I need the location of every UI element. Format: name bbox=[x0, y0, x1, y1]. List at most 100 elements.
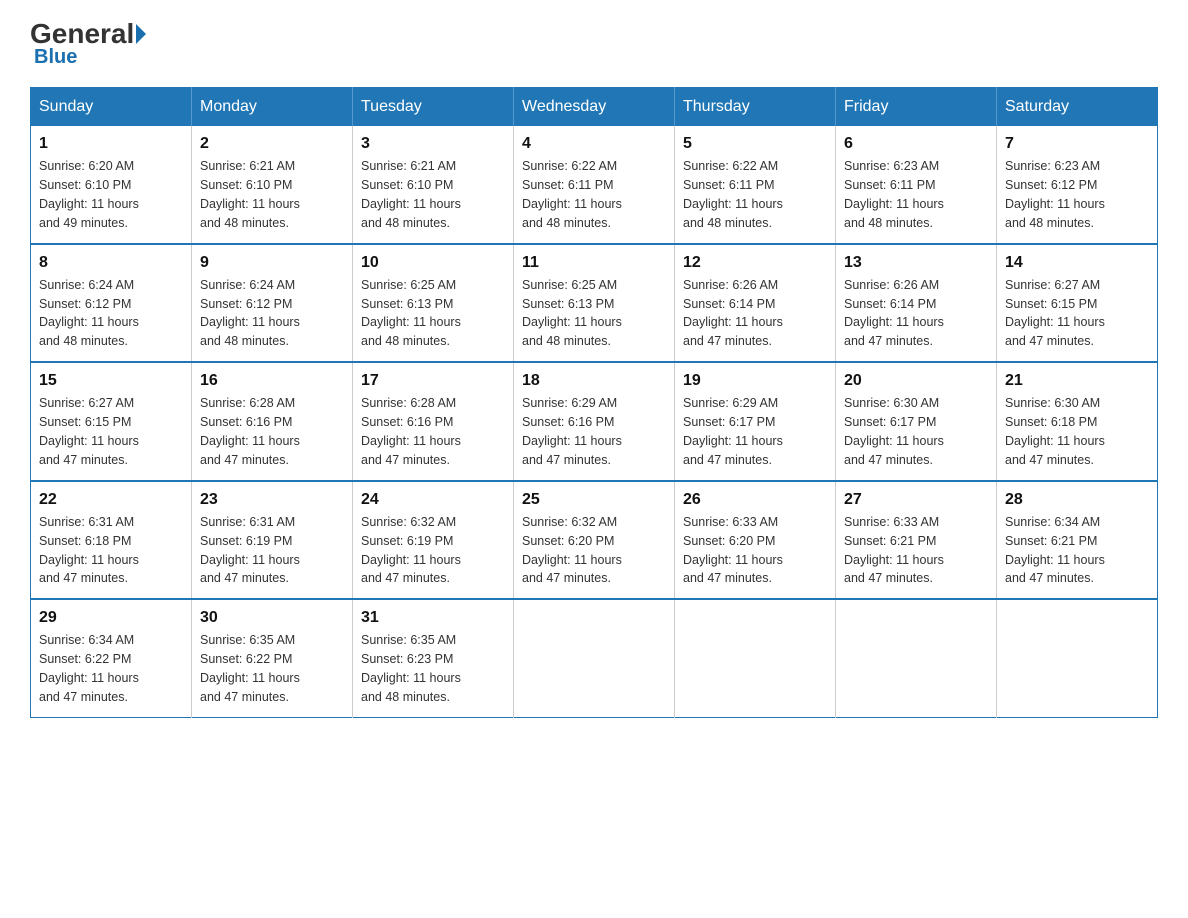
day-info: Sunrise: 6:26 AMSunset: 6:14 PMDaylight:… bbox=[844, 278, 944, 349]
day-number: 9 bbox=[200, 251, 344, 274]
day-info: Sunrise: 6:29 AMSunset: 6:16 PMDaylight:… bbox=[522, 396, 622, 467]
day-info: Sunrise: 6:23 AMSunset: 6:12 PMDaylight:… bbox=[1005, 159, 1105, 230]
logo-general: General bbox=[30, 20, 134, 48]
calendar-week-row: 22 Sunrise: 6:31 AMSunset: 6:18 PMDaylig… bbox=[31, 481, 1158, 600]
calendar-cell: 8 Sunrise: 6:24 AMSunset: 6:12 PMDayligh… bbox=[31, 244, 192, 363]
calendar-cell: 13 Sunrise: 6:26 AMSunset: 6:14 PMDaylig… bbox=[836, 244, 997, 363]
calendar-cell bbox=[675, 599, 836, 717]
calendar-cell: 9 Sunrise: 6:24 AMSunset: 6:12 PMDayligh… bbox=[192, 244, 353, 363]
day-number: 28 bbox=[1005, 488, 1149, 511]
calendar-cell: 14 Sunrise: 6:27 AMSunset: 6:15 PMDaylig… bbox=[997, 244, 1158, 363]
day-number: 22 bbox=[39, 488, 183, 511]
calendar-cell: 12 Sunrise: 6:26 AMSunset: 6:14 PMDaylig… bbox=[675, 244, 836, 363]
day-number: 30 bbox=[200, 606, 344, 629]
day-number: 21 bbox=[1005, 369, 1149, 392]
day-number: 18 bbox=[522, 369, 666, 392]
day-number: 4 bbox=[522, 132, 666, 155]
day-number: 3 bbox=[361, 132, 505, 155]
header-sunday: Sunday bbox=[31, 88, 192, 127]
calendar-cell: 7 Sunrise: 6:23 AMSunset: 6:12 PMDayligh… bbox=[997, 126, 1158, 244]
day-info: Sunrise: 6:27 AMSunset: 6:15 PMDaylight:… bbox=[39, 396, 139, 467]
calendar-table: SundayMondayTuesdayWednesdayThursdayFrid… bbox=[30, 87, 1158, 718]
calendar-cell: 5 Sunrise: 6:22 AMSunset: 6:11 PMDayligh… bbox=[675, 126, 836, 244]
day-info: Sunrise: 6:34 AMSunset: 6:22 PMDaylight:… bbox=[39, 633, 139, 704]
day-number: 2 bbox=[200, 132, 344, 155]
calendar-cell: 3 Sunrise: 6:21 AMSunset: 6:10 PMDayligh… bbox=[353, 126, 514, 244]
calendar-cell: 11 Sunrise: 6:25 AMSunset: 6:13 PMDaylig… bbox=[514, 244, 675, 363]
calendar-cell: 4 Sunrise: 6:22 AMSunset: 6:11 PMDayligh… bbox=[514, 126, 675, 244]
page-header: General Blue bbox=[30, 20, 1158, 69]
day-info: Sunrise: 6:25 AMSunset: 6:13 PMDaylight:… bbox=[522, 278, 622, 349]
calendar-week-row: 8 Sunrise: 6:24 AMSunset: 6:12 PMDayligh… bbox=[31, 244, 1158, 363]
day-info: Sunrise: 6:21 AMSunset: 6:10 PMDaylight:… bbox=[200, 159, 300, 230]
day-info: Sunrise: 6:24 AMSunset: 6:12 PMDaylight:… bbox=[200, 278, 300, 349]
day-number: 10 bbox=[361, 251, 505, 274]
day-number: 27 bbox=[844, 488, 988, 511]
day-number: 24 bbox=[361, 488, 505, 511]
day-info: Sunrise: 6:28 AMSunset: 6:16 PMDaylight:… bbox=[200, 396, 300, 467]
day-number: 8 bbox=[39, 251, 183, 274]
calendar-cell: 15 Sunrise: 6:27 AMSunset: 6:15 PMDaylig… bbox=[31, 362, 192, 481]
logo: General Blue bbox=[30, 20, 146, 69]
day-number: 19 bbox=[683, 369, 827, 392]
day-info: Sunrise: 6:30 AMSunset: 6:17 PMDaylight:… bbox=[844, 396, 944, 467]
day-number: 20 bbox=[844, 369, 988, 392]
day-number: 17 bbox=[361, 369, 505, 392]
day-number: 26 bbox=[683, 488, 827, 511]
header-thursday: Thursday bbox=[675, 88, 836, 127]
day-info: Sunrise: 6:35 AMSunset: 6:23 PMDaylight:… bbox=[361, 633, 461, 704]
calendar-week-row: 29 Sunrise: 6:34 AMSunset: 6:22 PMDaylig… bbox=[31, 599, 1158, 717]
logo-blue: Blue bbox=[34, 46, 77, 69]
calendar-cell: 16 Sunrise: 6:28 AMSunset: 6:16 PMDaylig… bbox=[192, 362, 353, 481]
day-info: Sunrise: 6:35 AMSunset: 6:22 PMDaylight:… bbox=[200, 633, 300, 704]
day-number: 6 bbox=[844, 132, 988, 155]
day-number: 7 bbox=[1005, 132, 1149, 155]
day-info: Sunrise: 6:31 AMSunset: 6:18 PMDaylight:… bbox=[39, 515, 139, 586]
calendar-cell: 1 Sunrise: 6:20 AMSunset: 6:10 PMDayligh… bbox=[31, 126, 192, 244]
day-info: Sunrise: 6:20 AMSunset: 6:10 PMDaylight:… bbox=[39, 159, 139, 230]
day-info: Sunrise: 6:32 AMSunset: 6:20 PMDaylight:… bbox=[522, 515, 622, 586]
day-number: 16 bbox=[200, 369, 344, 392]
day-number: 13 bbox=[844, 251, 988, 274]
day-info: Sunrise: 6:33 AMSunset: 6:20 PMDaylight:… bbox=[683, 515, 783, 586]
calendar-cell: 28 Sunrise: 6:34 AMSunset: 6:21 PMDaylig… bbox=[997, 481, 1158, 600]
calendar-cell bbox=[514, 599, 675, 717]
calendar-cell: 29 Sunrise: 6:34 AMSunset: 6:22 PMDaylig… bbox=[31, 599, 192, 717]
calendar-cell: 24 Sunrise: 6:32 AMSunset: 6:19 PMDaylig… bbox=[353, 481, 514, 600]
calendar-cell: 20 Sunrise: 6:30 AMSunset: 6:17 PMDaylig… bbox=[836, 362, 997, 481]
day-info: Sunrise: 6:23 AMSunset: 6:11 PMDaylight:… bbox=[844, 159, 944, 230]
day-info: Sunrise: 6:21 AMSunset: 6:10 PMDaylight:… bbox=[361, 159, 461, 230]
calendar-cell: 19 Sunrise: 6:29 AMSunset: 6:17 PMDaylig… bbox=[675, 362, 836, 481]
day-number: 23 bbox=[200, 488, 344, 511]
header-monday: Monday bbox=[192, 88, 353, 127]
logo-arrow-icon bbox=[136, 24, 146, 44]
calendar-cell bbox=[997, 599, 1158, 717]
calendar-cell: 21 Sunrise: 6:30 AMSunset: 6:18 PMDaylig… bbox=[997, 362, 1158, 481]
calendar-week-row: 15 Sunrise: 6:27 AMSunset: 6:15 PMDaylig… bbox=[31, 362, 1158, 481]
calendar-cell: 17 Sunrise: 6:28 AMSunset: 6:16 PMDaylig… bbox=[353, 362, 514, 481]
day-info: Sunrise: 6:22 AMSunset: 6:11 PMDaylight:… bbox=[522, 159, 622, 230]
day-info: Sunrise: 6:34 AMSunset: 6:21 PMDaylight:… bbox=[1005, 515, 1105, 586]
day-info: Sunrise: 6:24 AMSunset: 6:12 PMDaylight:… bbox=[39, 278, 139, 349]
day-info: Sunrise: 6:30 AMSunset: 6:18 PMDaylight:… bbox=[1005, 396, 1105, 467]
calendar-cell: 18 Sunrise: 6:29 AMSunset: 6:16 PMDaylig… bbox=[514, 362, 675, 481]
day-info: Sunrise: 6:29 AMSunset: 6:17 PMDaylight:… bbox=[683, 396, 783, 467]
calendar-week-row: 1 Sunrise: 6:20 AMSunset: 6:10 PMDayligh… bbox=[31, 126, 1158, 244]
day-info: Sunrise: 6:28 AMSunset: 6:16 PMDaylight:… bbox=[361, 396, 461, 467]
day-number: 12 bbox=[683, 251, 827, 274]
day-info: Sunrise: 6:27 AMSunset: 6:15 PMDaylight:… bbox=[1005, 278, 1105, 349]
day-number: 31 bbox=[361, 606, 505, 629]
day-number: 25 bbox=[522, 488, 666, 511]
day-number: 11 bbox=[522, 251, 666, 274]
day-number: 15 bbox=[39, 369, 183, 392]
header-tuesday: Tuesday bbox=[353, 88, 514, 127]
day-info: Sunrise: 6:33 AMSunset: 6:21 PMDaylight:… bbox=[844, 515, 944, 586]
header-wednesday: Wednesday bbox=[514, 88, 675, 127]
day-info: Sunrise: 6:25 AMSunset: 6:13 PMDaylight:… bbox=[361, 278, 461, 349]
day-info: Sunrise: 6:31 AMSunset: 6:19 PMDaylight:… bbox=[200, 515, 300, 586]
logo-text: General bbox=[30, 20, 146, 48]
header-saturday: Saturday bbox=[997, 88, 1158, 127]
calendar-cell: 6 Sunrise: 6:23 AMSunset: 6:11 PMDayligh… bbox=[836, 126, 997, 244]
calendar-cell: 27 Sunrise: 6:33 AMSunset: 6:21 PMDaylig… bbox=[836, 481, 997, 600]
calendar-cell: 10 Sunrise: 6:25 AMSunset: 6:13 PMDaylig… bbox=[353, 244, 514, 363]
